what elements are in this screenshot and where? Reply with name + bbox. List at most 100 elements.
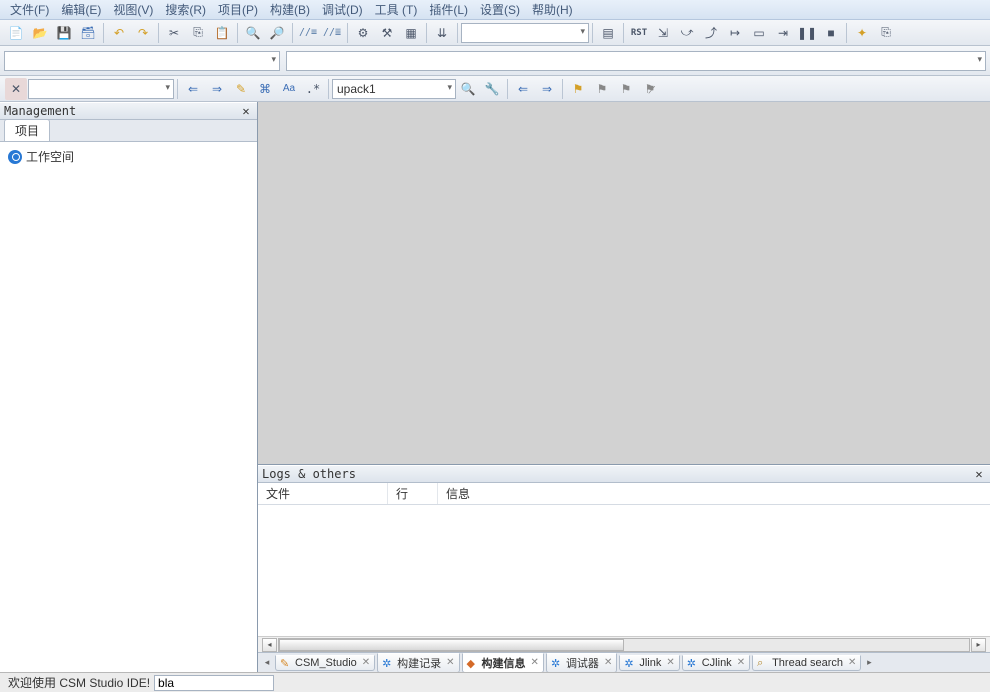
find-icon[interactable]: 🔍 xyxy=(242,22,264,44)
settings-icon[interactable]: ✦ xyxy=(851,22,873,44)
search-next-icon[interactable]: ⇒ xyxy=(206,78,228,100)
close-icon[interactable]: ✕ xyxy=(446,657,454,668)
tab-thread-search[interactable]: ⌕Thread search✕ xyxy=(752,655,861,671)
notes-icon[interactable]: ▤ xyxy=(597,22,619,44)
nav-forward-icon[interactable]: ⇒ xyxy=(536,78,558,100)
paste-icon[interactable]: 📋 xyxy=(211,22,233,44)
tabs-scroll-left-icon[interactable]: ◂ xyxy=(260,655,274,671)
close-search-icon[interactable]: ✕ xyxy=(5,78,27,100)
download-icon[interactable]: ⇊ xyxy=(431,22,453,44)
close-icon[interactable]: ✕ xyxy=(604,657,612,668)
comment-icon[interactable]: //≡ xyxy=(297,22,319,44)
col-line[interactable]: 行 xyxy=(388,483,438,504)
close-icon[interactable]: ✕ xyxy=(848,657,856,668)
tab-jlink[interactable]: ✲Jlink✕ xyxy=(619,655,679,671)
tab-cjlink[interactable]: ✲CJlink✕ xyxy=(682,655,750,671)
stop-icon[interactable]: ■ xyxy=(820,22,842,44)
bookmark-clear-icon[interactable]: ⚑̷ xyxy=(639,78,661,100)
scroll-right-icon[interactable]: ▸ xyxy=(971,638,986,652)
logs-columns: 文件 行 信息 xyxy=(258,483,990,505)
search-prev-icon[interactable]: ⇐ xyxy=(182,78,204,100)
nav-back-icon[interactable]: ⇐ xyxy=(512,78,534,100)
continue-icon[interactable]: ▭ xyxy=(748,22,770,44)
search-target-dropdown[interactable]: upack1 xyxy=(332,79,456,99)
tab-build-info[interactable]: ◆构建信息✕ xyxy=(462,653,544,673)
menu-debug[interactable]: 调试(D) xyxy=(316,1,369,18)
tab-project[interactable]: 项目 xyxy=(4,119,50,141)
search-term-dropdown[interactable] xyxy=(28,79,174,99)
menu-plugins[interactable]: 插件(L) xyxy=(423,1,474,18)
editor-area: Logs & others ✕ 文件 行 信息 ◂ ▸ ◂ ✎CSM_Studi… xyxy=(258,102,990,672)
close-icon[interactable]: ✕ xyxy=(531,657,539,668)
menu-search[interactable]: 搜索(R) xyxy=(159,1,212,18)
open-file-icon[interactable]: 📂 xyxy=(29,22,51,44)
tabs-scroll-right-icon[interactable]: ▸ xyxy=(862,655,876,671)
menu-help[interactable]: 帮助(H) xyxy=(526,1,579,18)
bookmark-next-icon[interactable]: ⚑ xyxy=(615,78,637,100)
search-go-icon[interactable]: 🔍 xyxy=(457,78,479,100)
menu-build[interactable]: 构建(B) xyxy=(264,1,316,18)
exit-debug-icon[interactable]: ⎘ xyxy=(875,22,897,44)
status-welcome: 欢迎使用 CSM Studio IDE! xyxy=(4,674,154,691)
copy-icon[interactable]: ⎘ xyxy=(187,22,209,44)
step-over-icon[interactable]: ⤻ xyxy=(676,22,698,44)
whole-word-icon[interactable]: Aa xyxy=(278,78,300,100)
scope-dropdown-right[interactable] xyxy=(286,51,986,71)
cut-icon[interactable]: ✂ xyxy=(163,22,185,44)
bookmark-toggle-icon[interactable]: ⚑ xyxy=(567,78,589,100)
col-info[interactable]: 信息 xyxy=(438,483,990,504)
scroll-thumb[interactable] xyxy=(279,639,624,651)
build-icon[interactable]: ⚙ xyxy=(352,22,374,44)
uncomment-icon[interactable]: //≣ xyxy=(321,22,343,44)
close-icon[interactable]: ✕ xyxy=(362,657,370,668)
run-to-cursor-icon[interactable]: ↦ xyxy=(724,22,746,44)
redo-icon[interactable]: ↷ xyxy=(132,22,154,44)
new-file-icon[interactable]: 📄 xyxy=(5,22,27,44)
search-options-icon[interactable]: 🔧 xyxy=(481,78,503,100)
scroll-track[interactable] xyxy=(278,638,970,652)
menu-file[interactable]: 文件(F) xyxy=(4,1,55,18)
menu-settings[interactable]: 设置(S) xyxy=(474,1,526,18)
reset-icon[interactable]: RST xyxy=(628,22,650,44)
undo-icon[interactable]: ↶ xyxy=(108,22,130,44)
close-icon[interactable]: ✕ xyxy=(239,104,253,118)
bookmark-prev-icon[interactable]: ⚑ xyxy=(591,78,613,100)
menu-project[interactable]: 项目(P) xyxy=(212,1,264,18)
close-icon[interactable]: ✕ xyxy=(972,467,986,481)
target-dropdown[interactable] xyxy=(461,23,589,43)
step-out-icon[interactable]: ⤴ xyxy=(700,22,722,44)
output-tabs: ◂ ✎CSM_Studio✕ ✲构建记录✕ ◆构建信息✕ ✲调试器✕ ✲Jlin… xyxy=(258,652,990,672)
editor-canvas xyxy=(258,102,990,464)
col-file[interactable]: 文件 xyxy=(258,483,388,504)
pencil-icon: ✎ xyxy=(280,657,292,669)
tree-root-workspace[interactable]: 工作空间 xyxy=(8,148,249,165)
build-all-icon[interactable]: ▦ xyxy=(400,22,422,44)
scroll-left-icon[interactable]: ◂ xyxy=(262,638,277,652)
save-all-icon[interactable]: 🗃 xyxy=(77,22,99,44)
regex-icon[interactable]: .* xyxy=(302,78,324,100)
save-icon[interactable]: 💾 xyxy=(53,22,75,44)
match-case-icon[interactable]: ⌘ xyxy=(254,78,276,100)
tab-debugger[interactable]: ✲调试器✕ xyxy=(546,653,617,673)
menu-bar: 文件(F) 编辑(E) 视图(V) 搜索(R) 项目(P) 构建(B) 调试(D… xyxy=(0,0,990,20)
tab-build-log[interactable]: ✲构建记录✕ xyxy=(377,653,459,673)
project-tree[interactable]: 工作空间 xyxy=(0,142,257,672)
rebuild-icon[interactable]: ⚒ xyxy=(376,22,398,44)
menu-tools[interactable]: 工具 (T) xyxy=(369,1,424,18)
status-input[interactable] xyxy=(154,675,274,691)
step-into-icon[interactable]: ⇲ xyxy=(652,22,674,44)
close-icon[interactable]: ✕ xyxy=(737,657,745,668)
status-bar: 欢迎使用 CSM Studio IDE! xyxy=(0,672,990,692)
close-icon[interactable]: ✕ xyxy=(666,657,674,668)
gear-icon: ✲ xyxy=(382,657,394,669)
menu-view[interactable]: 视图(V) xyxy=(107,1,159,18)
menu-edit[interactable]: 编辑(E) xyxy=(55,1,107,18)
scope-dropdown-left[interactable] xyxy=(4,51,280,71)
next-icon[interactable]: ⇥ xyxy=(772,22,794,44)
workspace-icon xyxy=(8,150,22,164)
find-replace-icon[interactable]: 🔎 xyxy=(266,22,288,44)
pause-icon[interactable]: ❚❚ xyxy=(796,22,818,44)
toolbar-search: ✕ ⇐ ⇒ ✎ ⌘ Aa .* upack1 🔍 🔧 ⇐ ⇒ ⚑ ⚑ ⚑ ⚑̷ xyxy=(0,76,990,102)
highlight-icon[interactable]: ✎ xyxy=(230,78,252,100)
tab-csm-studio[interactable]: ✎CSM_Studio✕ xyxy=(275,655,375,671)
